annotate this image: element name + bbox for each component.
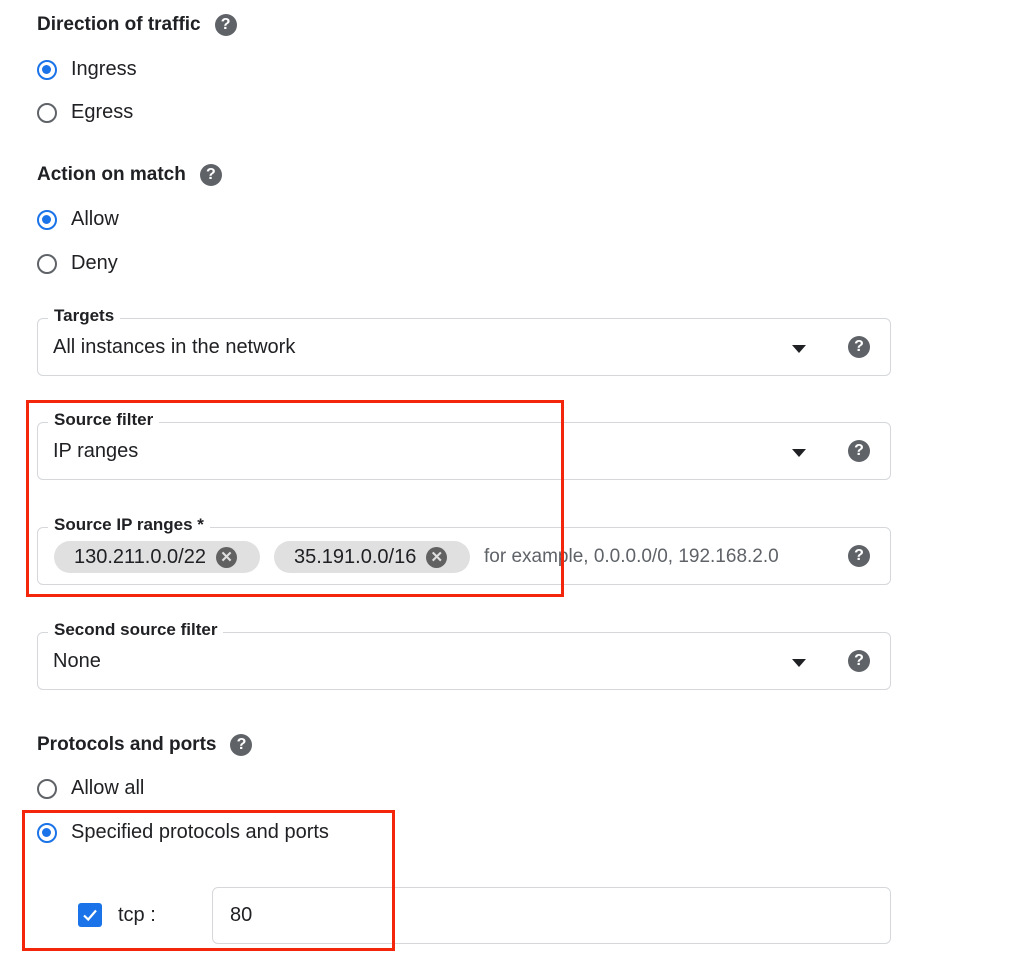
help-icon[interactable]: ?	[848, 650, 870, 672]
targets-label: Targets	[48, 306, 121, 326]
dropdown-arrow-icon[interactable]	[792, 659, 806, 667]
radio-checked-icon[interactable]	[37, 209, 57, 230]
radio-allow-all[interactable]: Allow all	[37, 777, 144, 800]
radio-unchecked-icon[interactable]	[37, 253, 57, 274]
protocols-title: Protocols and ports	[37, 734, 217, 755]
dropdown-arrow-icon[interactable]	[792, 345, 806, 353]
radio-ingress[interactable]: Ingress	[37, 58, 137, 81]
help-icon[interactable]: ?	[848, 336, 870, 358]
second-source-filter-label: Second source filter	[48, 620, 224, 640]
second-source-filter-value: None	[53, 650, 101, 672]
radio-egress[interactable]: Egress	[37, 101, 133, 124]
help-icon[interactable]: ?	[230, 734, 253, 756]
action-on-match-heading: Action on match ?	[37, 164, 222, 186]
targets-select[interactable]: Targets All instances in the network ?	[37, 306, 891, 376]
help-icon[interactable]: ?	[199, 164, 222, 186]
help-icon[interactable]: ?	[848, 440, 870, 462]
radio-label: Allow	[71, 208, 119, 230]
radio-label: Ingress	[71, 58, 137, 80]
radio-allow[interactable]: Allow	[37, 208, 119, 231]
direction-title: Direction of traffic	[37, 14, 201, 35]
second-source-filter-select[interactable]: Second source filter None ?	[37, 620, 891, 690]
radio-deny[interactable]: Deny	[37, 252, 118, 275]
help-icon[interactable]: ?	[848, 545, 870, 567]
radio-checked-icon[interactable]	[37, 59, 57, 80]
targets-value: All instances in the network	[53, 336, 296, 358]
radio-unchecked-icon[interactable]	[37, 102, 57, 123]
radio-unchecked-icon[interactable]	[37, 778, 57, 799]
direction-of-traffic-heading: Direction of traffic ?	[37, 14, 237, 36]
protocols-and-ports-heading: Protocols and ports ?	[37, 734, 253, 756]
dropdown-arrow-icon[interactable]	[792, 449, 806, 457]
highlight-box-source	[26, 400, 564, 597]
action-title: Action on match	[37, 164, 186, 185]
radio-label: Allow all	[71, 777, 145, 799]
radio-label: Deny	[71, 252, 118, 274]
radio-label: Egress	[71, 101, 134, 123]
highlight-box-protocols	[22, 810, 395, 951]
help-icon[interactable]: ?	[214, 14, 237, 36]
